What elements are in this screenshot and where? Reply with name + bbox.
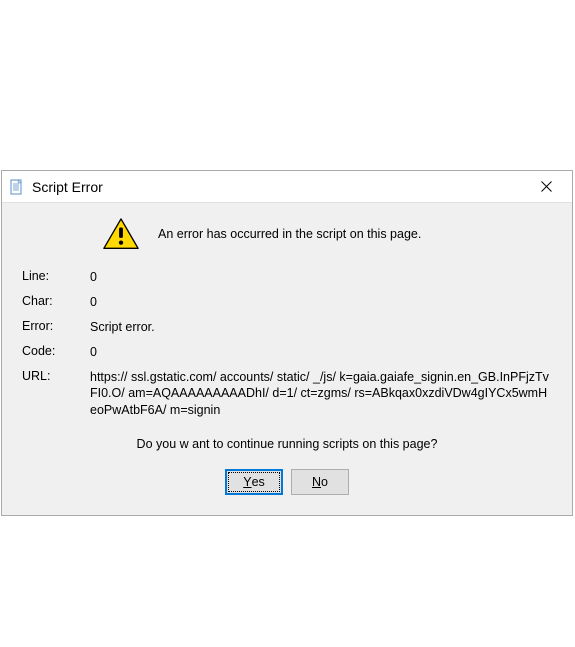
value-code: 0 — [90, 344, 552, 361]
value-url: https:// ssl.gstatic.com/ accounts/ stat… — [90, 369, 552, 420]
row-char: Char: 0 — [22, 294, 552, 311]
row-error: Error: Script error. — [22, 319, 552, 336]
document-icon — [8, 179, 24, 195]
no-rest: o — [321, 475, 328, 489]
value-char: 0 — [90, 294, 552, 311]
row-url: URL: https:// ssl.gstatic.com/ accounts/… — [22, 369, 552, 420]
label-char: Char: — [22, 294, 90, 308]
yes-mnemonic: Y — [243, 475, 251, 489]
header-row: An error has occurred in the script on t… — [22, 217, 552, 251]
dialog-title: Script Error — [32, 179, 526, 195]
row-line: Line: 0 — [22, 269, 552, 286]
row-code: Code: 0 — [22, 344, 552, 361]
button-row: Yes No — [22, 469, 552, 495]
label-url: URL: — [22, 369, 90, 383]
close-icon — [541, 181, 552, 192]
yes-button[interactable]: Yes — [225, 469, 283, 495]
warning-icon — [102, 217, 140, 251]
label-error: Error: — [22, 319, 90, 333]
no-mnemonic: N — [312, 475, 321, 489]
label-line: Line: — [22, 269, 90, 283]
value-line: 0 — [90, 269, 552, 286]
details-table: Line: 0 Char: 0 Error: Script error. Cod… — [22, 269, 552, 419]
dialog-body: An error has occurred in the script on t… — [2, 203, 572, 515]
titlebar: Script Error — [2, 171, 572, 203]
label-code: Code: — [22, 344, 90, 358]
script-error-dialog: Script Error An error has occurred in th… — [1, 170, 573, 516]
yes-rest: es — [252, 475, 265, 489]
header-message: An error has occurred in the script on t… — [158, 227, 421, 241]
no-button[interactable]: No — [291, 469, 349, 495]
value-error: Script error. — [90, 319, 552, 336]
continue-question: Do you w ant to continue running scripts… — [22, 437, 552, 451]
close-button[interactable] — [526, 173, 566, 201]
